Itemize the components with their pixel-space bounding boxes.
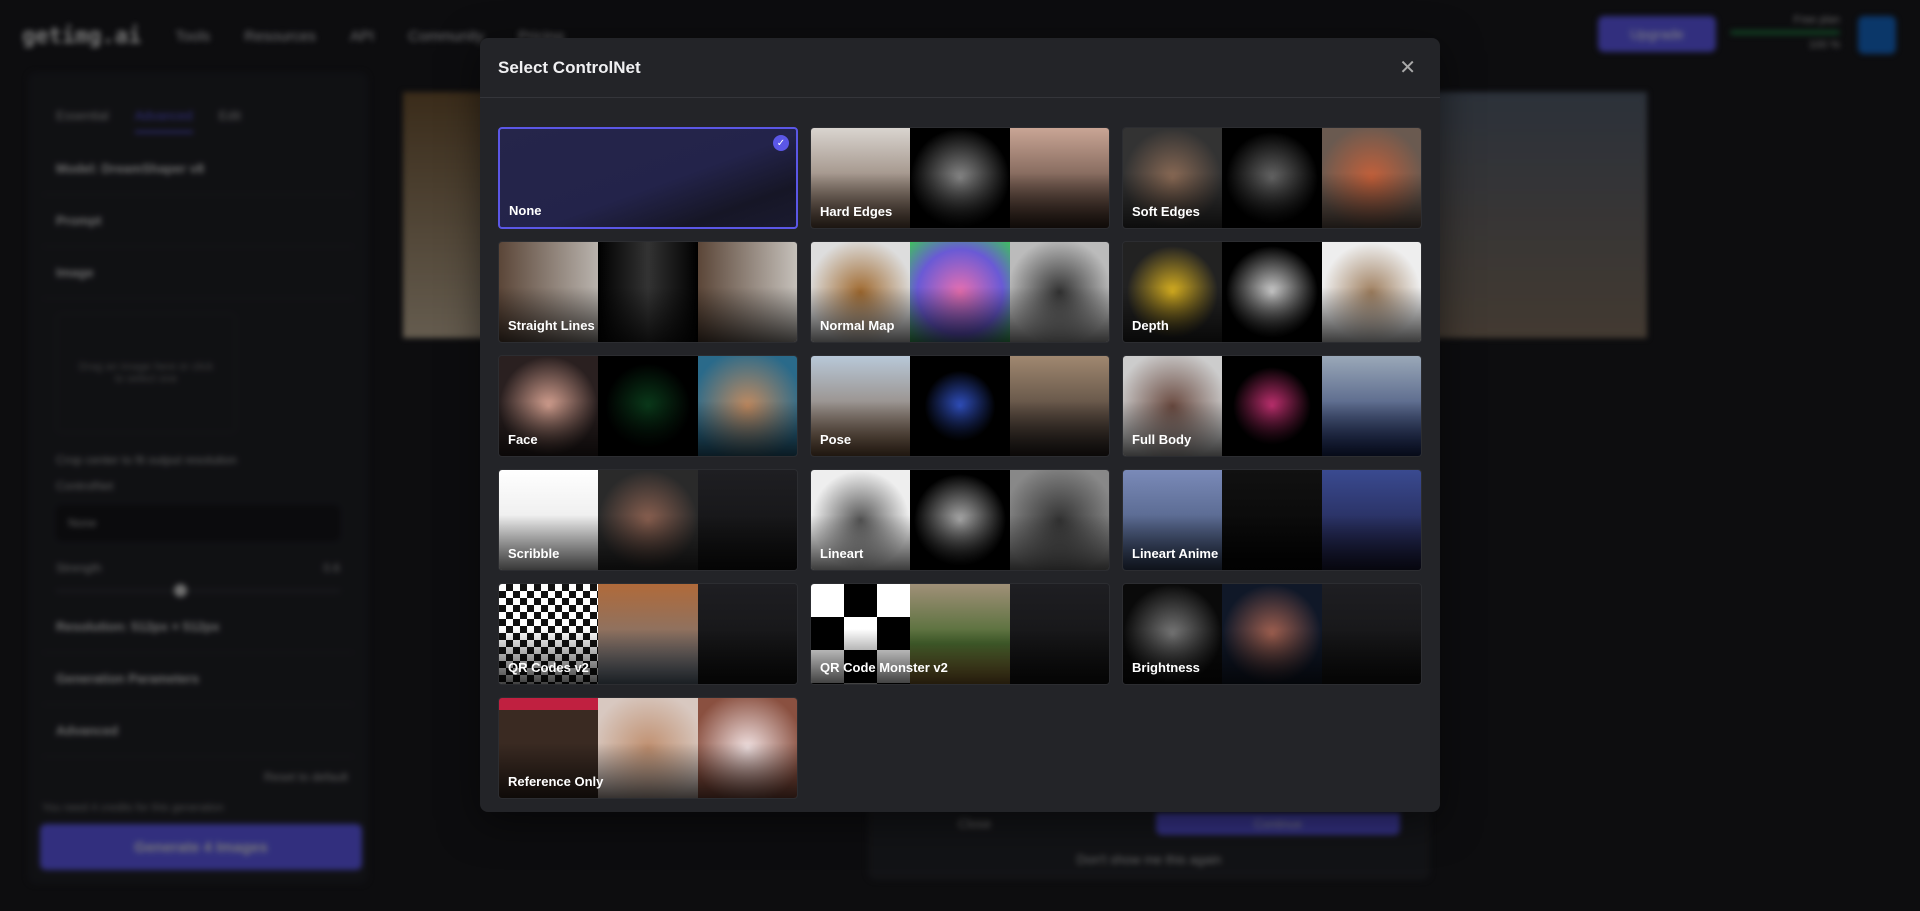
option-label: Face	[508, 432, 538, 447]
option-label: Depth	[1132, 318, 1169, 333]
controlnet-option-brightness[interactable]: Brightness	[1122, 583, 1422, 685]
controlnet-option-hard-edges[interactable]: Hard Edges	[810, 127, 1110, 229]
option-label: QR Codes v2	[508, 660, 589, 675]
thumbnail-image	[910, 242, 1010, 342]
controlnet-option-scribble[interactable]: Scribble	[498, 469, 798, 571]
option-label: Pose	[820, 432, 852, 447]
close-icon[interactable]: ✕	[1399, 55, 1416, 80]
thumbnail-image	[910, 470, 1010, 570]
option-label: Reference Only	[508, 774, 604, 789]
thumbnail-image	[598, 242, 698, 342]
controlnet-option-depth[interactable]: Depth	[1122, 241, 1422, 343]
controlnet-option-face[interactable]: Face	[498, 355, 798, 457]
thumbnail-image	[910, 356, 1010, 456]
thumbnail-image	[1321, 470, 1421, 570]
thumbnail-image	[697, 584, 797, 684]
controlnet-option-qr-code-monster-v2[interactable]: QR Code Monster v2	[810, 583, 1110, 685]
controlnet-option-pose[interactable]: Pose	[810, 355, 1110, 457]
thumbnail-image	[1222, 128, 1322, 228]
check-icon: ✓	[773, 135, 789, 151]
controlnet-option-none[interactable]: None ✓	[498, 127, 798, 229]
thumbnail-image	[697, 698, 797, 798]
option-label: Straight Lines	[508, 318, 595, 333]
controlnet-option-lineart[interactable]: Lineart	[810, 469, 1110, 571]
select-controlnet-modal: Select ControlNet ✕ None ✓ Hard Edges Soft …	[480, 38, 1440, 812]
option-label: Soft Edges	[1132, 204, 1200, 219]
thumbnail-image	[1222, 584, 1322, 684]
controlnet-option-full-body[interactable]: Full Body	[1122, 355, 1422, 457]
thumbnail-image	[598, 470, 698, 570]
thumbnail-image	[1321, 584, 1421, 684]
thumbnail-image	[910, 128, 1010, 228]
controlnet-option-normal-map[interactable]: Normal Map	[810, 241, 1110, 343]
thumbnail-image	[598, 356, 698, 456]
thumbnail-image	[1321, 128, 1421, 228]
thumbnail-image	[1321, 242, 1421, 342]
thumbnail-image	[697, 356, 797, 456]
thumbnail-image	[1009, 356, 1109, 456]
option-label: Lineart Anime	[1132, 546, 1219, 561]
option-label: Hard Edges	[820, 204, 893, 219]
option-label: None	[509, 203, 542, 218]
thumbnail-image	[598, 698, 698, 798]
thumbnail-image	[1009, 242, 1109, 342]
controlnet-option-qr-codes-v2[interactable]: QR Codes v2	[498, 583, 798, 685]
option-label: QR Code Monster v2	[820, 660, 948, 675]
controlnet-option-straight-lines[interactable]: Straight Lines	[498, 241, 798, 343]
thumbnail-image	[1321, 356, 1421, 456]
option-label: Scribble	[508, 546, 560, 561]
controlnet-option-soft-edges[interactable]: Soft Edges	[1122, 127, 1422, 229]
thumbnail-image	[1009, 128, 1109, 228]
thumbnail-image	[1009, 584, 1109, 684]
thumbnail-image	[1009, 470, 1109, 570]
controlnet-option-lineart-anime[interactable]: Lineart Anime	[1122, 469, 1422, 571]
option-label: Full Body	[1132, 432, 1192, 447]
option-label: Lineart	[820, 546, 864, 561]
controlnet-grid: None ✓ Hard Edges Soft Edges Straight Lines N…	[498, 127, 1422, 799]
modal-header: Select ControlNet ✕	[480, 38, 1440, 98]
thumbnail-image	[1222, 470, 1322, 570]
modal-title: Select ControlNet	[498, 57, 641, 77]
thumbnail-image	[1222, 356, 1322, 456]
option-label: Brightness	[1132, 660, 1200, 675]
thumbnail-image	[697, 470, 797, 570]
controlnet-option-reference-only[interactable]: Reference Only	[498, 697, 798, 799]
thumbnail-image	[598, 584, 698, 684]
thumbnail-image	[697, 242, 797, 342]
thumbnail-image	[1222, 242, 1322, 342]
option-label: Normal Map	[820, 318, 895, 333]
